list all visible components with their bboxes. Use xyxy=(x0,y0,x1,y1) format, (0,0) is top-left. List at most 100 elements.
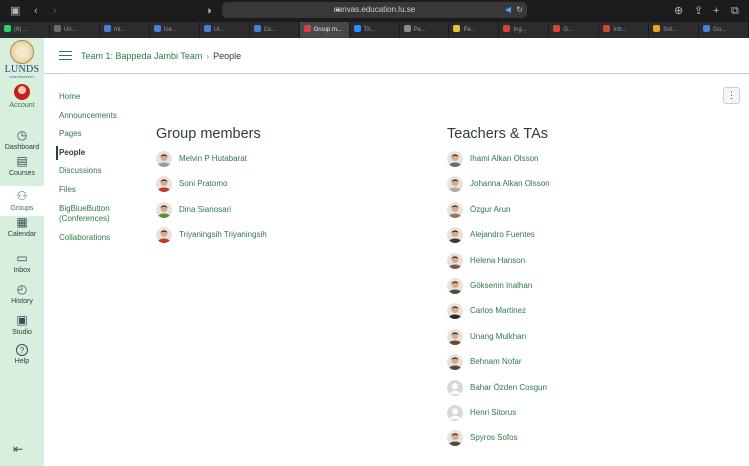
tab-favicon-icon xyxy=(353,25,361,32)
reload-icon[interactable]: ↻ xyxy=(516,2,523,18)
forward-icon[interactable]: › xyxy=(53,4,57,18)
browser-tab[interactable]: mi... xyxy=(100,22,150,38)
browser-tab[interactable]: Group m... xyxy=(299,22,350,38)
browser-tab[interactable]: Inb... xyxy=(599,22,650,38)
global-nav-courses[interactable]: ▤ Courses xyxy=(0,154,44,178)
avatar[interactable] xyxy=(447,151,463,167)
browser-tab[interactable]: Pe... xyxy=(400,22,450,38)
browser-tab[interactable]: Ur... xyxy=(200,22,250,38)
global-nav-label: Account xyxy=(9,102,35,109)
avatar[interactable] xyxy=(447,303,463,320)
person-name-link[interactable]: Behnam Nofar xyxy=(470,357,522,367)
browser-tab[interactable]: Ing... xyxy=(499,22,550,38)
privacy-shield-icon[interactable]: ◑ xyxy=(205,4,212,18)
back-icon[interactable]: ‹ xyxy=(34,4,38,18)
browser-tab[interactable]: Pe... xyxy=(449,22,500,38)
breadcrumb-current: People xyxy=(213,51,242,61)
tab-label: mi... xyxy=(113,27,126,33)
person-name-link[interactable]: Spyros Sofos xyxy=(470,433,518,443)
share-icon[interactable]: ⇪ xyxy=(694,4,703,18)
browser-tab[interactable]: Co... xyxy=(250,22,300,38)
avatar[interactable] xyxy=(156,201,172,218)
person-row: Soni Pratomo xyxy=(156,176,416,201)
person-name-link[interactable]: Triyaningsih Triyaningsih xyxy=(179,230,267,240)
browser-tab[interactable]: Ice... xyxy=(150,22,200,38)
new-tab-icon[interactable]: + xyxy=(713,4,719,18)
global-nav-history[interactable]: ◴ History xyxy=(0,282,44,306)
person-name-link[interactable]: Melvin P Hutabarat xyxy=(179,154,247,164)
tab-favicon-icon xyxy=(103,25,111,32)
global-nav-help[interactable]: ? Help xyxy=(0,344,44,366)
speaker-icon[interactable]: ◀ xyxy=(505,2,511,18)
global-nav-studio[interactable]: ▣ Studio xyxy=(0,313,44,337)
person-row: Dina Sianosari xyxy=(156,201,416,227)
browser-tab[interactable]: G... xyxy=(549,22,600,38)
person-name-link[interactable]: Göksenin Inalhan xyxy=(470,281,532,291)
course-nav-people[interactable]: People xyxy=(56,145,146,167)
person-name-link[interactable]: Unang Mulkhan xyxy=(470,332,526,342)
global-nav-calendar[interactable]: ▦ Calendar xyxy=(0,215,44,239)
course-nav-announcements[interactable]: Announcements xyxy=(56,111,146,130)
avatar[interactable] xyxy=(447,328,463,345)
person-name-link[interactable]: Dina Sianosari xyxy=(179,205,231,215)
person-row: Ihami Alkan Olsson xyxy=(447,151,737,176)
collapse-nav-icon[interactable]: ⇤ xyxy=(13,442,23,456)
avatar[interactable] xyxy=(447,404,463,421)
person-name-link[interactable]: Özgur Arun xyxy=(470,205,510,215)
person-name-link[interactable]: Johanna Alkan Olsson xyxy=(470,179,550,189)
browser-tab[interactable]: Un... xyxy=(50,22,100,38)
sidebar-toggle-icon[interactable]: ▣ xyxy=(10,4,20,18)
person-name-link[interactable]: Ihami Alkan Olsson xyxy=(470,154,538,164)
course-nav-pages[interactable]: Pages xyxy=(56,129,146,148)
avatar[interactable] xyxy=(447,252,463,269)
courses-icon: ▤ xyxy=(16,154,28,168)
course-nav: Home Announcements Pages People Discussions F… xyxy=(56,92,146,251)
person-name-link[interactable]: Alejandro Fuentes xyxy=(470,230,535,240)
course-nav-discussions[interactable]: Discussions xyxy=(56,166,146,185)
browser-tab[interactable]: Go... xyxy=(699,22,749,38)
address-text: canvas.education.lu.se xyxy=(333,5,416,14)
tab-label: Group m... xyxy=(313,27,342,33)
avatar[interactable] xyxy=(447,176,463,193)
browser-tab[interactable]: (8) ... xyxy=(0,22,50,38)
person-row: Henri Sitorus xyxy=(447,404,737,430)
person-row: Triyaningsih Triyaningsih xyxy=(156,227,416,252)
person-name-link[interactable]: Bahar Özden Cosgun xyxy=(470,383,547,393)
more-options-button[interactable]: ⋮ xyxy=(723,87,740,104)
avatar[interactable] xyxy=(447,227,463,244)
course-menu-toggle[interactable] xyxy=(59,51,72,60)
avatar[interactable] xyxy=(447,201,463,218)
avatar[interactable] xyxy=(447,354,463,371)
tab-overview-icon[interactable]: ⧉ xyxy=(731,4,739,18)
course-nav-bigbluebutton[interactable]: BigBlueButton (Conferences) xyxy=(56,204,146,233)
inbox-icon: ▭ xyxy=(16,251,28,265)
lund-university-logo[interactable]: LUNDS UNIVERSITET xyxy=(4,40,40,79)
person-name-link[interactable]: Carlos Martinez xyxy=(470,306,526,316)
breadcrumb-course-link[interactable]: Team 1: Bappeda Jambi Team xyxy=(81,51,202,61)
course-nav-collaborations[interactable]: Collaborations xyxy=(56,233,146,252)
browser-tab[interactable]: Th... xyxy=(350,22,400,38)
course-nav-files[interactable]: Files xyxy=(56,185,146,204)
person-name-link[interactable]: Soni Pratomo xyxy=(179,179,227,189)
person-name-link[interactable]: Henri Sitorus xyxy=(470,408,516,418)
address-bar[interactable]: 🔒︎ canvas.education.lu.se ◀ ↻ xyxy=(222,2,527,18)
tab-label: Ice... xyxy=(163,27,177,33)
avatar[interactable] xyxy=(156,176,172,193)
global-nav-inbox[interactable]: ▭ Inbox xyxy=(0,251,44,275)
global-nav-dashboard[interactable]: ◷ Dashboard xyxy=(0,128,44,152)
person-row: Johanna Alkan Olsson xyxy=(447,176,737,201)
person-name-link[interactable]: Helena Hanson xyxy=(470,256,525,266)
avatar[interactable] xyxy=(447,379,463,396)
avatar[interactable] xyxy=(447,277,463,294)
download-icon[interactable]: ⊕ xyxy=(674,4,683,18)
canvas-page: LUNDS UNIVERSITET Account ◷ Dashboard ▤ Cour… xyxy=(0,38,749,466)
browser-tab[interactable]: Sol... xyxy=(649,22,700,38)
person-row: Bahar Özden Cosgun xyxy=(447,379,737,405)
avatar[interactable] xyxy=(156,227,172,244)
global-nav-groups[interactable]: ⚇ Groups xyxy=(0,186,44,216)
global-nav-account[interactable]: Account xyxy=(0,84,44,110)
tab-label: Co... xyxy=(263,27,277,33)
avatar[interactable] xyxy=(156,151,172,167)
course-nav-home[interactable]: Home xyxy=(56,92,146,111)
avatar[interactable] xyxy=(447,430,463,447)
